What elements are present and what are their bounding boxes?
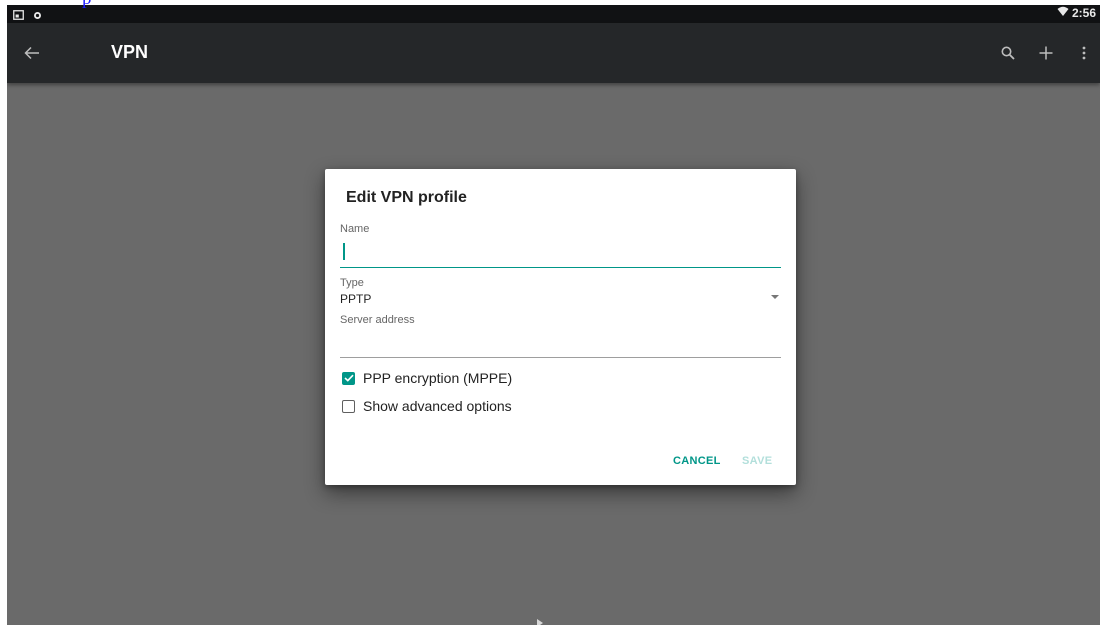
wifi-icon bbox=[1057, 6, 1069, 20]
add-button[interactable] bbox=[1036, 41, 1056, 65]
checkbox-checked-icon[interactable] bbox=[342, 371, 355, 385]
overflow-menu-button[interactable] bbox=[1074, 41, 1094, 65]
nav-hint-icon bbox=[537, 619, 543, 625]
show-advanced-label: Show advanced options bbox=[363, 398, 512, 414]
app-bar-actions bbox=[998, 41, 1094, 65]
type-value: PPTP bbox=[340, 292, 372, 306]
page-title: VPN bbox=[111, 42, 149, 62]
name-input[interactable] bbox=[340, 239, 781, 268]
app-bar: VPN bbox=[7, 23, 1100, 83]
status-bar: 2:56 bbox=[7, 5, 1100, 23]
checkbox-unchecked-icon[interactable] bbox=[342, 399, 355, 413]
back-arrow-icon bbox=[24, 46, 39, 60]
ppp-encryption-label: PPP encryption (MPPE) bbox=[363, 370, 513, 386]
status-icons-right: 2:56 bbox=[1057, 6, 1096, 20]
search-icon bbox=[1001, 46, 1015, 60]
dialog-title: Edit VPN profile bbox=[346, 189, 467, 206]
search-button[interactable] bbox=[998, 41, 1018, 65]
server-address-input[interactable] bbox=[340, 329, 781, 358]
add-icon bbox=[1039, 46, 1053, 60]
save-button[interactable]: SAVE bbox=[742, 455, 772, 467]
server-address-label: Server address bbox=[340, 314, 415, 326]
show-advanced-option[interactable]: Show advanced options bbox=[342, 398, 512, 414]
type-dropdown[interactable] bbox=[335, 287, 785, 309]
android-screen: 2:56 VPN Edit VPN profile Name Type PPTP… bbox=[7, 5, 1100, 625]
ppp-encryption-option[interactable]: PPP encryption (MPPE) bbox=[342, 370, 512, 386]
dropdown-arrow-icon bbox=[771, 295, 779, 299]
top-link[interactable]: p bbox=[82, 0, 92, 10]
back-button[interactable] bbox=[21, 42, 43, 64]
cancel-button[interactable]: CANCEL bbox=[673, 455, 721, 467]
name-label: Name bbox=[340, 223, 370, 235]
status-time: 2:56 bbox=[1071, 6, 1096, 20]
overflow-menu-icon bbox=[1082, 46, 1086, 60]
edit-vpn-dialog: Edit VPN profile Name Type PPTP Server a… bbox=[325, 169, 796, 485]
text-cursor bbox=[343, 243, 345, 260]
